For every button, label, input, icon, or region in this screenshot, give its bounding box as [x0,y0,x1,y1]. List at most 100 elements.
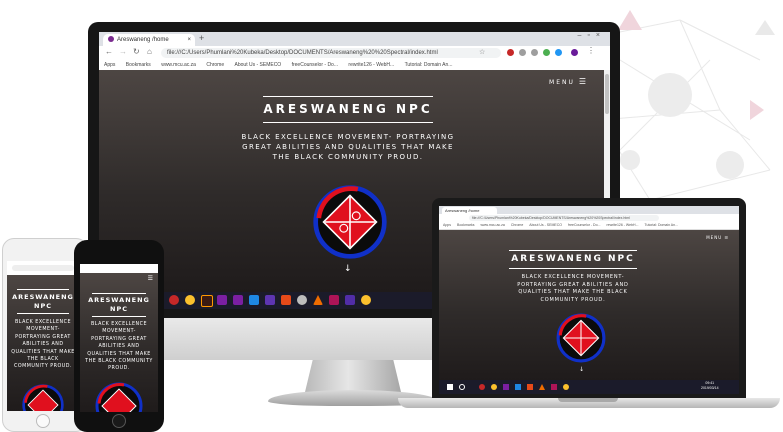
vlc-icon[interactable] [313,295,323,305]
browser-toolbar: ← → ↻ ⌂ file:///C:/Users/Phumlani%20Kube… [99,46,610,60]
taskbar-clock[interactable]: 09:41 2019/03/14 [701,381,719,391]
menu-link[interactable]: MENU ☰ [549,77,588,86]
windows-start-icon[interactable] [447,384,453,390]
edge-icon[interactable] [249,295,259,305]
window-controls[interactable]: –▫× [578,32,606,39]
taskbar-app-icon[interactable] [329,295,339,305]
title-rule-top [263,96,433,97]
visual-studio-icon[interactable] [233,295,243,305]
extension-icon[interactable] [507,49,514,56]
more-menu-icon[interactable]: ⋮ [587,46,595,55]
menu-label: MENU [549,79,575,86]
puzzle-logo-icon [95,382,143,412]
puzzle-logo-icon [313,185,387,259]
bookmark-item[interactable]: Tutorial: Domain An... [644,223,678,227]
title-rule-top [92,293,146,294]
site-title: ARESWANENG NPC [12,293,74,310]
laptop-browser-tab-strip: Areswaneng /home [439,206,739,214]
site-favicon-icon [108,36,114,43]
chrome-icon[interactable] [491,384,497,390]
bookmark-item[interactable]: Apps [443,223,451,227]
bookmark-item[interactable]: www.mcu.ac.za [481,223,505,227]
chrome-icon[interactable] [563,384,569,390]
hamburger-menu-icon[interactable]: ☰ [148,275,153,282]
browser-tab[interactable]: Areswaneng /home × [103,34,195,46]
taskbar-app-icon[interactable] [201,295,213,307]
site-title: ARESWANENG NPC [263,102,433,116]
new-tab-icon[interactable]: + [199,33,204,43]
phone-address-bar[interactable] [12,265,74,271]
scroll-down-arrow-icon[interactable]: ↓ [579,366,584,373]
puzzle-logo-icon [22,384,64,411]
extension-icon[interactable] [531,49,538,56]
laptop-site-viewport: MENU ☰ ARESWANENG NPC BLACK EXCELLENCE M… [439,230,739,380]
forward-icon[interactable]: → [119,47,127,56]
address-bar[interactable]: file:///C:/Users/Phumlani%20Kubeka/Deskt… [161,48,501,58]
bookmark-item[interactable]: freeCounselor - Do... [292,60,338,70]
taskbar-date: 2019/03/14 [701,386,719,390]
site-tagline: BLACK EXCELLENCE MOVEMENT- PORTRAYING GR… [241,133,455,161]
phone-browser-bar [7,261,79,276]
taskbar-app-icon[interactable] [479,384,485,390]
title-rule-bottom [17,313,69,314]
laptop-browser-toolbar: file:///C:/Users/Phumlani%20Kubeka/Deskt… [439,214,739,222]
title-rule-bottom [509,268,637,269]
site-title: ARESWANENG NPC [88,296,150,313]
reload-icon[interactable]: ↻ [133,47,140,56]
bookmark-item[interactable]: Chrome [206,60,224,70]
taskbar-app-icon[interactable] [169,295,179,305]
laptop-bookmarks-bar: Apps Bookmarks www.mcu.ac.za Chrome About Us… [439,222,739,230]
bookmark-item[interactable]: About Us - SEMECO [235,60,282,70]
filezilla-icon[interactable] [527,384,533,390]
phone-site-viewport: ARESWANENG NPC BLACK EXCELLENCE MOVEMENT… [7,275,79,411]
bookmark-item[interactable]: rewrite126 - WebH... [606,223,638,227]
visual-studio-icon[interactable] [503,384,509,390]
scroll-down-arrow-icon[interactable]: ↓ [344,264,352,274]
bookmark-star-icon[interactable]: ☆ [479,48,485,56]
profile-avatar-icon[interactable] [571,49,578,56]
laptop-address-bar[interactable]: file:///C:/Users/Phumlani%20Kubeka/Deskt… [469,215,659,221]
white-phone-screen: ARESWANENG NPC BLACK EXCELLENCE MOVEMENT… [7,261,79,411]
site-title: ARESWANENG NPC [511,254,635,264]
home-icon[interactable]: ⌂ [147,47,152,56]
white-phone-home-button [36,414,50,428]
extension-icon[interactable] [519,49,526,56]
bookmark-item[interactable]: rewrite126 - WebH... [348,60,394,70]
hamburger-menu-icon[interactable]: ☰ [579,77,588,86]
vlc-icon[interactable] [539,384,545,390]
title-rule-top [509,250,637,251]
bookmark-item[interactable]: Apps [104,60,115,70]
chrome-icon[interactable] [361,295,371,305]
laptop-taskbar: 09:41 2019/03/14 [439,380,739,394]
site-tagline: BLACK EXCELLENCE MOVEMENT- PORTRAYING GR… [85,322,153,372]
title-rule-bottom [92,316,146,317]
puzzle-logo-icon [556,313,606,363]
close-tab-icon[interactable]: × [187,34,191,46]
title-rule-top [17,289,69,290]
taskbar-app-icon[interactable] [551,384,557,390]
menu-link[interactable]: MENU ☰ [706,235,729,240]
taskbar-app-icon[interactable] [297,295,307,305]
chrome-icon[interactable] [185,295,195,305]
bookmark-item[interactable]: Bookmarks [457,223,475,227]
extension-icon[interactable] [543,49,550,56]
back-icon[interactable]: ← [105,47,113,56]
bookmark-item[interactable]: freeCounselor - Do... [568,223,601,227]
scrollbar-thumb[interactable] [605,74,609,114]
black-phone-screen: ☰ ARESWANENG NPC BLACK EXCELLENCE MOVEME… [80,264,158,412]
taskbar-app-icon[interactable] [345,295,355,305]
edge-icon[interactable] [515,384,521,390]
search-icon[interactable] [459,384,465,390]
bookmark-item[interactable]: About Us - SEMECO [529,223,562,227]
bookmark-item[interactable]: Tutorial: Domain An... [405,60,453,70]
bookmark-item[interactable]: Chrome [511,223,523,227]
filezilla-icon[interactable] [281,295,291,305]
extension-icon[interactable] [555,49,562,56]
bookmark-item[interactable]: Bookmarks [126,60,151,70]
bookmark-item[interactable]: www.mcu.ac.za [161,60,196,70]
visual-studio-icon[interactable] [217,295,227,305]
laptop-browser-tab[interactable]: Areswaneng /home [442,207,497,214]
site-tagline: BLACK EXCELLENCE MOVEMENT- PORTRAYING GR… [11,320,75,370]
site-tagline: BLACK EXCELLENCE MOVEMENT- PORTRAYING GR… [517,274,629,303]
taskbar-app-icon[interactable] [265,295,275,305]
